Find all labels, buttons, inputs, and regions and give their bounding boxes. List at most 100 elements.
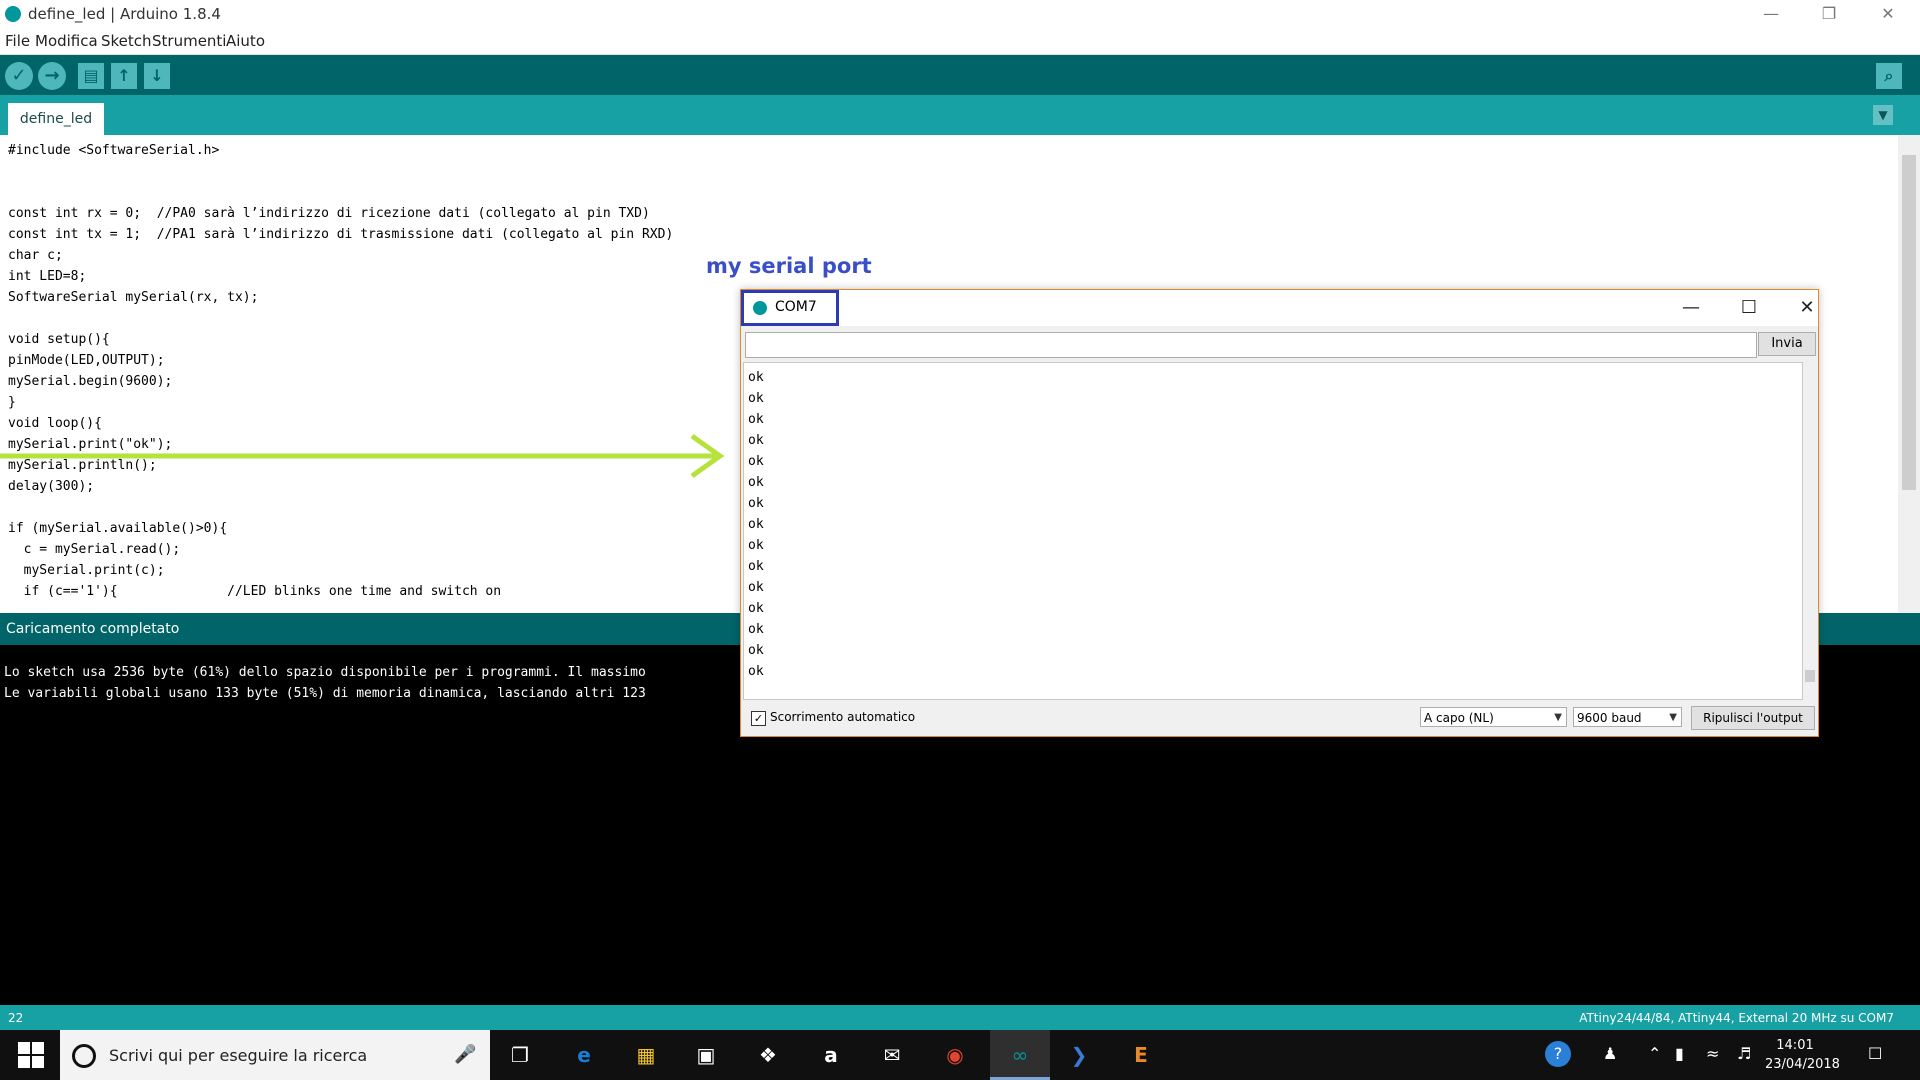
serial-output-scrollbar[interactable] [1803, 362, 1817, 698]
send-button[interactable]: Invia [1758, 332, 1816, 356]
code-line: pinMode(LED,OUTPUT); [8, 353, 165, 368]
powershell-icon[interactable]: ❯ [1063, 1040, 1095, 1070]
code-line: mySerial.print(c); [8, 563, 165, 578]
autoscroll-label: Scorrimento automatico [770, 710, 916, 724]
output-line: ok [748, 454, 764, 469]
chrome-icon[interactable]: ◉ [939, 1040, 971, 1070]
line-number: 22 [8, 1011, 24, 1025]
code-line: void setup(){ [8, 332, 110, 347]
e-app-icon[interactable]: E [1125, 1040, 1157, 1070]
code-line: } [8, 395, 16, 410]
store-icon[interactable]: ▣ [690, 1040, 722, 1070]
menu-strumenti[interactable]: Strumenti [152, 32, 226, 50]
output-line: ok [748, 391, 764, 406]
menu-file[interactable]: File [5, 32, 30, 50]
code-line: if (mySerial.available()>0){ [8, 521, 228, 536]
code-line: void loop(){ [8, 416, 102, 431]
chevron-down-icon: ▼ [1554, 712, 1562, 723]
verify-button[interactable]: ✓ [5, 62, 33, 90]
serial-monitor-button[interactable]: ⌕ [1876, 63, 1902, 89]
serial-output-scrollbar-thumb[interactable] [1805, 670, 1815, 682]
annotation-label: my serial port [706, 254, 872, 278]
output-line: ok [748, 664, 764, 679]
code-line: char c; [8, 248, 63, 263]
minimize-button[interactable]: — [1751, 2, 1791, 26]
arduino-logo-icon [5, 6, 21, 22]
console-line: Le variabili globali usano 133 byte (51%… [4, 686, 646, 701]
serial-monitor-window: COM7 — ☐ ✕ Invia ok ok ok ok ok ok ok ok… [740, 289, 1819, 737]
code-line: delay(300); [8, 479, 95, 494]
output-line: ok [748, 412, 764, 427]
taskbar-clock[interactable]: 14:01 23/04/2018 [1765, 1036, 1840, 1074]
bottom-status-bar: 22 ATtiny24/44/84, ATtiny44, External 20… [0, 1005, 1920, 1030]
chevron-down-icon: ▼ [1669, 712, 1677, 723]
upload-button[interactable]: → [38, 62, 66, 90]
output-line: ok [748, 601, 764, 616]
serial-monitor-title-bar: COM7 — ☐ ✕ [741, 290, 1818, 326]
wifi-icon[interactable]: ≈ [1706, 1044, 1719, 1063]
serial-input-field[interactable] [745, 332, 1757, 358]
code-line: const int rx = 0; //PA0 sarà l’indirizzo… [8, 206, 650, 221]
battery-icon[interactable]: ▮ [1675, 1044, 1684, 1063]
line-ending-select[interactable]: A capo (NL) ▼ [1420, 707, 1567, 727]
editor-scrollbar-thumb[interactable] [1902, 155, 1916, 490]
code-line: const int tx = 1; //PA1 sarà l’indirizzo… [8, 227, 674, 242]
open-sketch-button[interactable]: ↑ [111, 63, 137, 89]
serial-output-area[interactable]: ok ok ok ok ok ok ok ok ok ok ok ok ok o… [743, 362, 1803, 700]
windows-start-icon[interactable] [18, 1042, 44, 1068]
volume-icon[interactable]: ♬ [1737, 1044, 1751, 1063]
menu-aiuto[interactable]: Aiuto [226, 32, 265, 50]
sm-close-button[interactable]: ✕ [1787, 296, 1827, 320]
dropbox-icon[interactable]: ❖ [752, 1040, 784, 1070]
microphone-icon[interactable]: 🎤 [454, 1044, 476, 1065]
help-icon[interactable]: ? [1545, 1041, 1571, 1067]
output-line: ok [748, 370, 764, 385]
tab-define-led[interactable]: define_led [8, 103, 104, 135]
menu-modifica[interactable]: Modifica [35, 32, 98, 50]
output-line: ok [748, 517, 764, 532]
menu-bar: File Modifica Sketch Strumenti Aiuto [0, 28, 1920, 55]
sm-minimize-button[interactable]: — [1671, 296, 1711, 320]
notification-icon[interactable]: ☐ [1868, 1044, 1882, 1063]
board-info: ATtiny24/44/84, ATtiny44, External 20 MH… [1579, 1011, 1894, 1025]
code-line: if (c=='1'){ //LED blinks one time and s… [8, 584, 502, 599]
tab-menu-chevron-down-icon[interactable]: ▼ [1873, 105, 1893, 125]
clear-output-button[interactable]: Ripulisci l'output [1691, 706, 1815, 730]
people-icon[interactable]: ♟ [1603, 1044, 1617, 1063]
task-view-icon[interactable]: ❐ [504, 1040, 536, 1070]
serial-output-lines: ok ok ok ok ok ok ok ok ok ok ok ok ok o… [748, 367, 764, 682]
restore-button[interactable]: ❐ [1809, 2, 1849, 26]
arduino-taskbar-icon[interactable]: ∞ [1004, 1040, 1036, 1070]
code-line: c = mySerial.read(); [8, 542, 181, 557]
chevron-up-icon[interactable]: ⌃ [1648, 1044, 1661, 1063]
close-button[interactable]: ✕ [1868, 2, 1908, 26]
code-line: mySerial.begin(9600); [8, 374, 173, 389]
output-line: ok [748, 559, 764, 574]
taskbar-search-box[interactable]: Scrivi qui per eseguire la ricerca 🎤 [60, 1030, 490, 1080]
output-line: ok [748, 538, 764, 553]
save-sketch-button[interactable]: ↓ [144, 63, 170, 89]
output-line: ok [748, 433, 764, 448]
title-bar: define_led | Arduino 1.8.4 — ❐ ✕ [0, 0, 1920, 28]
console-line: Lo sketch usa 2536 byte (61%) dello spaz… [4, 665, 646, 680]
code-line: #include <SoftwareSerial.h> [8, 143, 220, 158]
amazon-icon[interactable]: a [815, 1040, 847, 1070]
autoscroll-checkbox[interactable]: ✓ [751, 711, 766, 726]
menu-sketch[interactable]: Sketch [101, 32, 152, 50]
output-line: ok [748, 496, 764, 511]
annotation-arrow [0, 433, 725, 479]
clock-time: 14:01 [1776, 1038, 1814, 1053]
file-explorer-icon[interactable]: ▦ [630, 1040, 662, 1070]
line-ending-value: A capo (NL) [1424, 711, 1494, 725]
baud-rate-select[interactable]: 9600 baud ▼ [1573, 707, 1682, 727]
code-text[interactable]: #include <SoftwareSerial.h> const int rx… [8, 140, 673, 602]
output-line: ok [748, 580, 764, 595]
mail-icon[interactable]: ✉ [876, 1040, 908, 1070]
edge-browser-icon[interactable]: e [568, 1040, 600, 1070]
search-placeholder: Scrivi qui per eseguire la ricerca [109, 1046, 368, 1065]
code-line: int LED=8; [8, 269, 87, 284]
new-sketch-button[interactable]: ▤ [78, 63, 104, 89]
sm-maximize-button[interactable]: ☐ [1729, 296, 1769, 320]
output-line: ok [748, 475, 764, 490]
output-line: ok [748, 643, 764, 658]
